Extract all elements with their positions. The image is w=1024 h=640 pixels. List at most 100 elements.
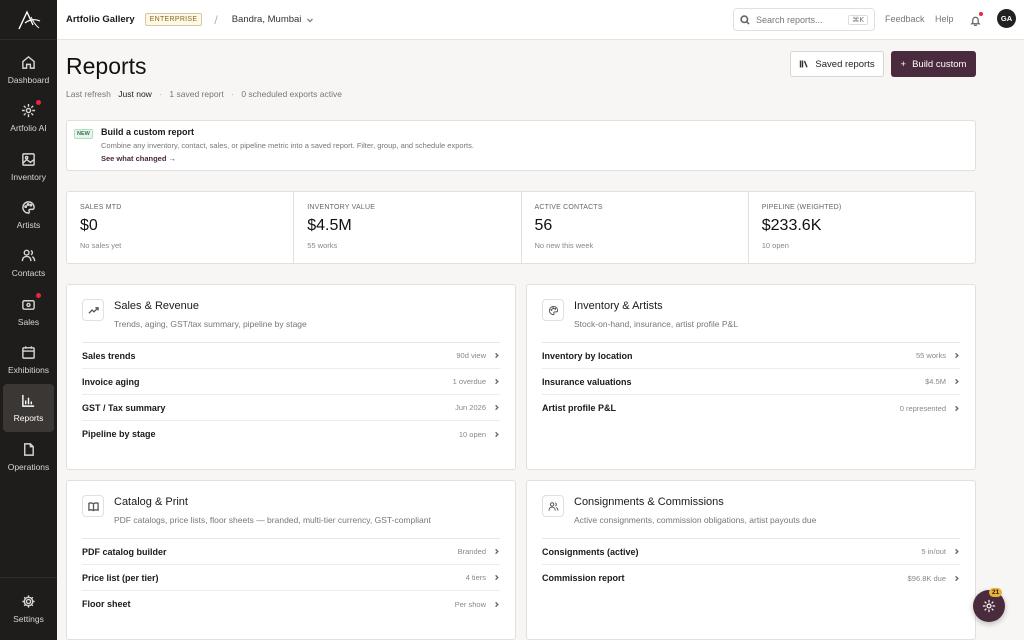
notification-dot (979, 12, 983, 16)
gear-icon (22, 595, 35, 608)
chevron-right-icon (495, 548, 499, 555)
card-description: Active consignments, commission obligati… (574, 515, 817, 525)
report-meta: 55 works (915, 351, 946, 360)
report-row-gst-tax[interactable]: GST / Tax summary Jun 2026 (82, 395, 500, 421)
sidebar-nav: Dashboard Artfolio AI Inventory Artists … (0, 40, 57, 481)
report-name: Price list (per tier) (82, 572, 159, 583)
sidebar-item-label: Settings (13, 614, 44, 624)
sidebar-item-exhibitions[interactable]: Exhibitions (3, 336, 54, 384)
plan-badge: ENTERPRISE (144, 13, 203, 26)
notifications-button[interactable] (970, 12, 983, 31)
avatar[interactable]: GA (997, 9, 1016, 28)
report-row-pdf-catalog[interactable]: PDF catalog builder Branded (82, 539, 500, 565)
scheduled-exports: 0 scheduled exports active (241, 89, 342, 99)
report-name: GST / Tax summary (82, 402, 166, 413)
kpi-subtext: 55 works (307, 241, 338, 250)
report-meta: 0 represented (899, 403, 946, 413)
kpi-value: 56 (534, 217, 553, 234)
report-name: Inventory by location (542, 350, 633, 361)
kpi-value: $0 (80, 217, 98, 234)
sidebar-item-label: Reports (13, 413, 44, 424)
report-name: Consignments (active) (542, 546, 639, 557)
sidebar-item-sales[interactable]: Sales (3, 287, 54, 335)
report-row-insurance[interactable]: Insurance valuations $4.5M (542, 369, 960, 395)
custom-report-banner: NEW Build a custom report Combine any in… (66, 120, 976, 171)
card-description: PDF catalogs, price lists, floor sheets … (114, 515, 431, 525)
top-bar: Artfolio Gallery ENTERPRISE / Bandra, Mu… (57, 0, 1024, 40)
card-title: Catalog & Print (114, 496, 188, 508)
see-what-changed-link[interactable]: See what changed → (101, 154, 176, 163)
kpi-active-contacts: ACTIVE CONTACTS 56 No new this week (522, 192, 749, 263)
report-name: Sales trends (82, 350, 136, 361)
saved-report-count: 1 saved report (169, 89, 224, 99)
palette-icon (548, 305, 558, 315)
card-description: Trends, aging, GST/tax summary, pipeline… (114, 319, 307, 329)
sidebar-item-settings[interactable]: Settings (3, 585, 54, 633)
sidebar-item-label: Inventory (11, 171, 46, 182)
kpi-pipeline: PIPELINE (WEIGHTED) $233.6K 10 open (749, 192, 975, 263)
app-logo[interactable] (0, 0, 57, 40)
report-row-inventory-location[interactable]: Inventory by location 55 works (542, 343, 960, 369)
chevron-right-icon (955, 352, 959, 359)
card-icon (542, 299, 564, 321)
report-name: Invoice aging (82, 376, 140, 387)
chevron-right-icon (495, 574, 499, 581)
report-row-consignments[interactable]: Consignments (active) 5 in/out (542, 539, 960, 565)
report-list: Consignments (active) 5 in/out Commission… (542, 538, 960, 591)
kpi-label: PIPELINE (WEIGHTED) (761, 204, 842, 211)
sidebar-item-label: Artists (16, 220, 41, 231)
sidebar-item-dashboard[interactable]: Dashboard (3, 46, 54, 94)
sidebar-item-label: Dashboard (7, 75, 50, 86)
sidebar-item-artists[interactable]: Artists (3, 191, 54, 239)
saved-reports-button[interactable]: Saved reports (790, 51, 884, 77)
notification-dot (36, 100, 41, 106)
report-row-invoice-aging[interactable]: Invoice aging 1 overdue (82, 369, 500, 395)
help-link[interactable]: Help (935, 14, 954, 24)
sidebar-item-inventory[interactable]: Inventory (3, 143, 54, 191)
new-badge: NEW (74, 129, 93, 139)
home-icon (22, 56, 35, 69)
report-row-price-list[interactable]: Price list (per tier) 4 tiers (82, 565, 500, 591)
sidebar-item-artfolio-ai[interactable]: Artfolio AI (3, 94, 54, 142)
chevron-right-icon (955, 575, 959, 581)
image-icon (22, 152, 35, 166)
sparkle-icon (982, 599, 996, 613)
report-name: Artist profile P&L (542, 403, 617, 413)
report-row-floor-sheet[interactable]: Floor sheet Per show (82, 591, 500, 617)
chevron-right-icon (955, 548, 959, 555)
report-row-artist-pl[interactable]: Artist profile P&L 0 represented (542, 395, 960, 421)
chevron-right-icon (495, 352, 499, 359)
page-title: Reports (66, 53, 147, 79)
feedback-link[interactable]: Feedback (885, 14, 925, 24)
ai-notification-badge: 21 (989, 588, 1003, 597)
wallet-icon (22, 299, 35, 310)
card-description: Stock-on-hand, insurance, artist profile… (574, 319, 738, 329)
report-row-pipeline-stage[interactable]: Pipeline by stage 10 open (82, 421, 500, 447)
users-icon (548, 501, 558, 511)
report-row-sales-trends[interactable]: Sales trends 90d view (82, 343, 500, 369)
document-icon (24, 442, 34, 456)
report-name: Floor sheet (82, 599, 131, 609)
card-consignments-commissions: Consignments & Commissions Active consig… (526, 480, 976, 640)
report-meta: $4.5M (925, 377, 946, 386)
sidebar-item-reports[interactable]: Reports (3, 384, 54, 433)
chevron-right-icon (495, 431, 499, 437)
sidebar-item-operations[interactable]: Operations (3, 432, 54, 480)
report-meta: 4 tiers (465, 573, 486, 582)
sidebar-item-contacts[interactable]: Contacts (3, 239, 54, 287)
kpi-value: $233.6K (761, 217, 822, 234)
banner-description: Combine any inventory, contact, sales, o… (101, 141, 474, 150)
search-placeholder: Search reports... (756, 14, 823, 25)
location-switcher[interactable]: Bandra, Mumbai (232, 14, 315, 25)
kpi-strip: SALES MTD $0 No sales yet INVENTORY VALU… (66, 191, 976, 264)
org-name[interactable]: Artfolio Gallery (66, 14, 135, 25)
sidebar-item-label: Exhibitions (7, 364, 50, 375)
report-name: Insurance valuations (542, 376, 632, 387)
report-row-commission[interactable]: Commission report $96.8K due (542, 565, 960, 591)
sidebar-item-label: Operations (7, 461, 50, 472)
search-input[interactable]: Search reports... ⌘K (733, 8, 875, 31)
search-shortcut: ⌘K (848, 14, 868, 25)
build-custom-button[interactable]: + Build custom (891, 51, 976, 77)
chevron-right-icon (495, 378, 499, 385)
report-meta: 90d view (456, 351, 486, 360)
